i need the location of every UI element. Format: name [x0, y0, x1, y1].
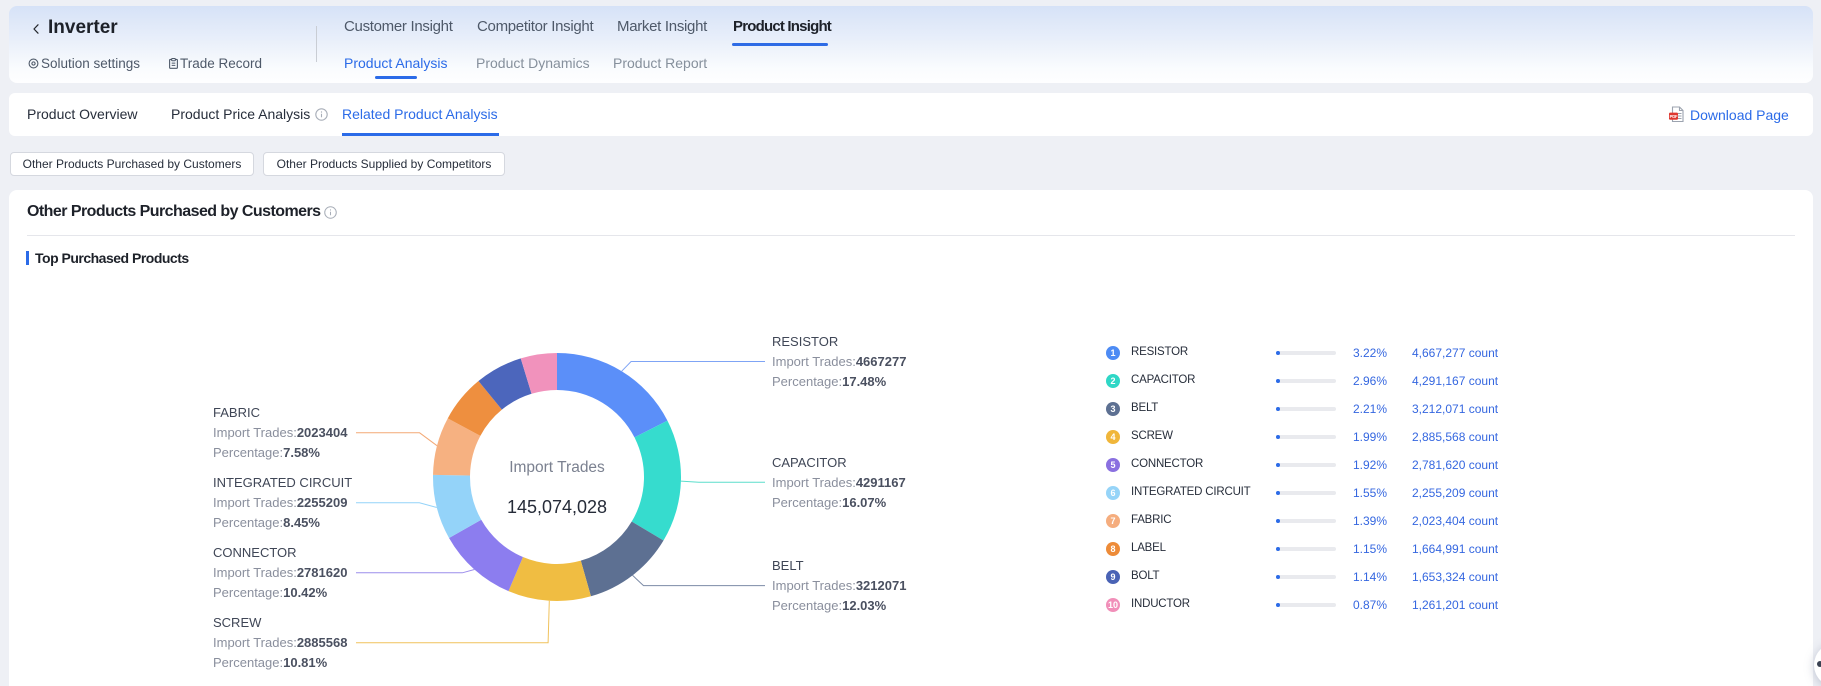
svg-text:PDF: PDF [1670, 114, 1678, 119]
